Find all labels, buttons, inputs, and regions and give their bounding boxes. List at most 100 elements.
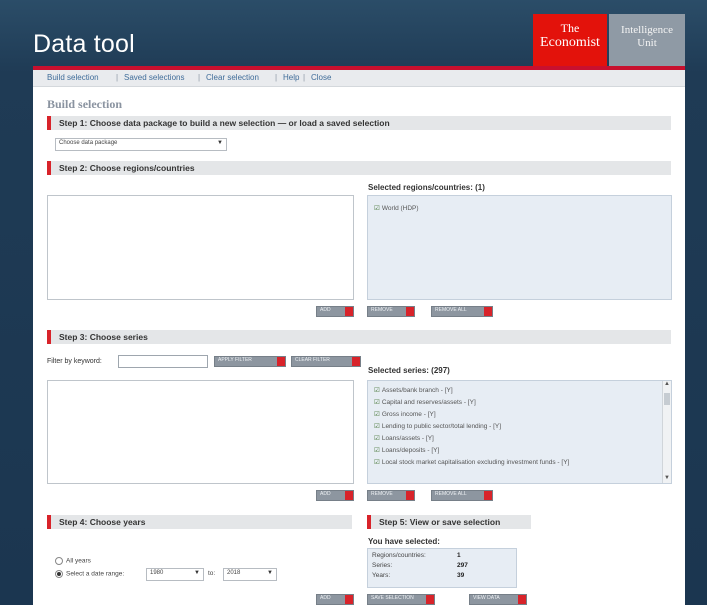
summary-label: Regions/countries: bbox=[372, 552, 426, 559]
scroll-down-icon[interactable]: ▼ bbox=[663, 475, 671, 483]
year-from-select[interactable]: 1980 ▼ bbox=[146, 568, 204, 581]
checkbox-icon: ☑ bbox=[374, 459, 380, 466]
list-item[interactable]: ☑ Assets/bank branch - [Y] bbox=[374, 386, 453, 394]
selected-regions-list[interactable]: ☑ World (HDP) bbox=[367, 195, 672, 300]
close-icon bbox=[406, 491, 414, 500]
button-label: VIEW DATA bbox=[473, 595, 500, 601]
regions-remove-button[interactable]: REMOVE bbox=[367, 306, 415, 317]
list-item[interactable]: ☑ Gross income - [Y] bbox=[374, 410, 436, 418]
regions-add-button[interactable]: ADD bbox=[316, 306, 354, 317]
close-icon bbox=[345, 307, 353, 316]
regions-remove-all-button[interactable]: REMOVE ALL bbox=[431, 306, 493, 317]
series-add-button[interactable]: ADD bbox=[316, 490, 354, 501]
list-item[interactable]: ☑ Capital and reserves/assets - [Y] bbox=[374, 398, 476, 406]
available-regions-list[interactable] bbox=[47, 195, 354, 300]
summary-value: 1 bbox=[457, 552, 461, 559]
selected-series-label: Selected series: (297) bbox=[368, 366, 450, 375]
nav-separator: | bbox=[116, 73, 119, 82]
radio-button-selected[interactable] bbox=[55, 570, 63, 578]
app-window: Data tool The Economist Intelligence Uni… bbox=[0, 0, 707, 605]
close-icon bbox=[484, 307, 492, 316]
step5-label: Step 5: View or save selection bbox=[379, 517, 501, 527]
selected-series-list[interactable]: ☑ Assets/bank branch - [Y] ☑ Capital and r… bbox=[367, 380, 672, 484]
you-have-selected-label: You have selected: bbox=[368, 537, 440, 546]
radio-button[interactable] bbox=[55, 557, 63, 565]
checkbox-icon: ☑ bbox=[374, 399, 380, 406]
date-range-option[interactable]: Select a date range: bbox=[55, 570, 124, 578]
scrollbar-thumb[interactable] bbox=[664, 393, 670, 405]
list-item-label: Capital and reserves/assets - [Y] bbox=[381, 399, 476, 406]
nav-build-selection[interactable]: Build selection bbox=[47, 73, 99, 82]
eiu-logo-line1: Intelligence bbox=[621, 24, 673, 36]
checkbox-icon: ☑ bbox=[374, 447, 380, 454]
economist-logo-line1: The bbox=[560, 21, 580, 35]
apply-filter-button[interactable]: APPLY FILTER bbox=[214, 356, 286, 367]
data-package-select[interactable]: Choose data package ▼ bbox=[55, 138, 227, 151]
summary-value: 39 bbox=[457, 572, 465, 579]
scroll-up-icon[interactable]: ▲ bbox=[663, 381, 671, 389]
years-add-button[interactable]: ADD bbox=[316, 594, 354, 605]
nav-separator: | bbox=[303, 73, 306, 82]
step1-header: Step 1: Choose data package to build a n… bbox=[47, 116, 671, 130]
step-marker bbox=[47, 116, 51, 130]
view-data-button[interactable]: VIEW DATA bbox=[469, 594, 527, 605]
list-item-label: Loans/assets - [Y] bbox=[381, 435, 434, 442]
clear-filter-button[interactable]: CLEAR FILTER bbox=[291, 356, 361, 367]
close-icon bbox=[426, 595, 434, 604]
close-icon bbox=[277, 357, 285, 366]
nav-separator: | bbox=[275, 73, 278, 82]
button-label: ADD bbox=[320, 491, 331, 497]
step-marker bbox=[47, 330, 51, 344]
button-label: ADD bbox=[320, 595, 331, 601]
nav-separator: | bbox=[198, 73, 201, 82]
button-label: REMOVE ALL bbox=[435, 491, 467, 497]
checkbox-icon: ☑ bbox=[374, 387, 380, 394]
all-years-option[interactable]: All years bbox=[55, 557, 91, 565]
save-selection-button[interactable]: SAVE SELECTION bbox=[367, 594, 435, 605]
checkbox-icon: ☑ bbox=[374, 411, 380, 418]
chevron-down-icon: ▼ bbox=[194, 570, 200, 576]
nav-clear-selection[interactable]: Clear selection bbox=[206, 73, 259, 82]
eiu-logo-line2: Unit bbox=[637, 37, 657, 49]
main-panel: Build selection | Saved selections | Cle… bbox=[33, 70, 685, 605]
step3-label: Step 3: Choose series bbox=[59, 332, 148, 342]
close-icon bbox=[518, 595, 526, 604]
list-item-label: Lending to public sector/total lending -… bbox=[381, 423, 502, 430]
list-item[interactable]: ☑ Loans/assets - [Y] bbox=[374, 434, 434, 442]
nav-close[interactable]: Close bbox=[311, 73, 331, 82]
selected-regions-label: Selected regions/countries: (1) bbox=[368, 183, 485, 192]
list-item[interactable]: ☑ World (HDP) bbox=[374, 204, 419, 212]
selection-summary: Regions/countries: 1 Series: 297 Years: … bbox=[367, 548, 517, 588]
chevron-down-icon: ▼ bbox=[217, 140, 223, 146]
filter-label: Filter by keyword: bbox=[47, 358, 102, 365]
series-remove-all-button[interactable]: REMOVE ALL bbox=[431, 490, 493, 501]
step-marker bbox=[367, 515, 371, 529]
nav-saved-selections[interactable]: Saved selections bbox=[124, 73, 184, 82]
top-nav: Build selection | Saved selections | Cle… bbox=[33, 70, 685, 87]
year-to-value: 2018 bbox=[227, 570, 241, 576]
button-label: REMOVE bbox=[371, 307, 393, 313]
series-scrollbar[interactable]: ▲ ▼ bbox=[662, 381, 671, 483]
list-item[interactable]: ☑ Local stock market capitalisation exclu… bbox=[374, 458, 569, 466]
available-series-list[interactable] bbox=[47, 380, 354, 484]
step4-label: Step 4: Choose years bbox=[59, 517, 146, 527]
nav-help[interactable]: Help bbox=[283, 73, 299, 82]
list-item-label: Assets/bank branch - [Y] bbox=[381, 387, 453, 394]
summary-label: Series: bbox=[372, 562, 393, 569]
step-marker bbox=[47, 161, 51, 175]
data-package-select-value: Choose data package bbox=[59, 140, 118, 146]
year-to-select[interactable]: 2018 ▼ bbox=[223, 568, 277, 581]
year-from-value: 1980 bbox=[150, 570, 164, 576]
step-marker bbox=[47, 515, 51, 529]
checkbox-icon: ☑ bbox=[374, 435, 380, 442]
economist-logo[interactable]: The Economist bbox=[533, 14, 607, 66]
step2-header: Step 2: Choose regions/countries bbox=[47, 161, 671, 175]
keyword-filter-input[interactable] bbox=[118, 355, 208, 368]
eiu-logo[interactable]: Intelligence Unit bbox=[609, 14, 685, 66]
list-item[interactable]: ☑ Loans/deposits - [Y] bbox=[374, 446, 439, 454]
list-item[interactable]: ☑ Lending to public sector/total lending … bbox=[374, 422, 501, 430]
series-remove-button[interactable]: REMOVE bbox=[367, 490, 415, 501]
step5-header: Step 5: View or save selection bbox=[367, 515, 531, 529]
date-range-label: Select a date range: bbox=[66, 570, 125, 578]
all-years-label: All years bbox=[66, 557, 91, 565]
